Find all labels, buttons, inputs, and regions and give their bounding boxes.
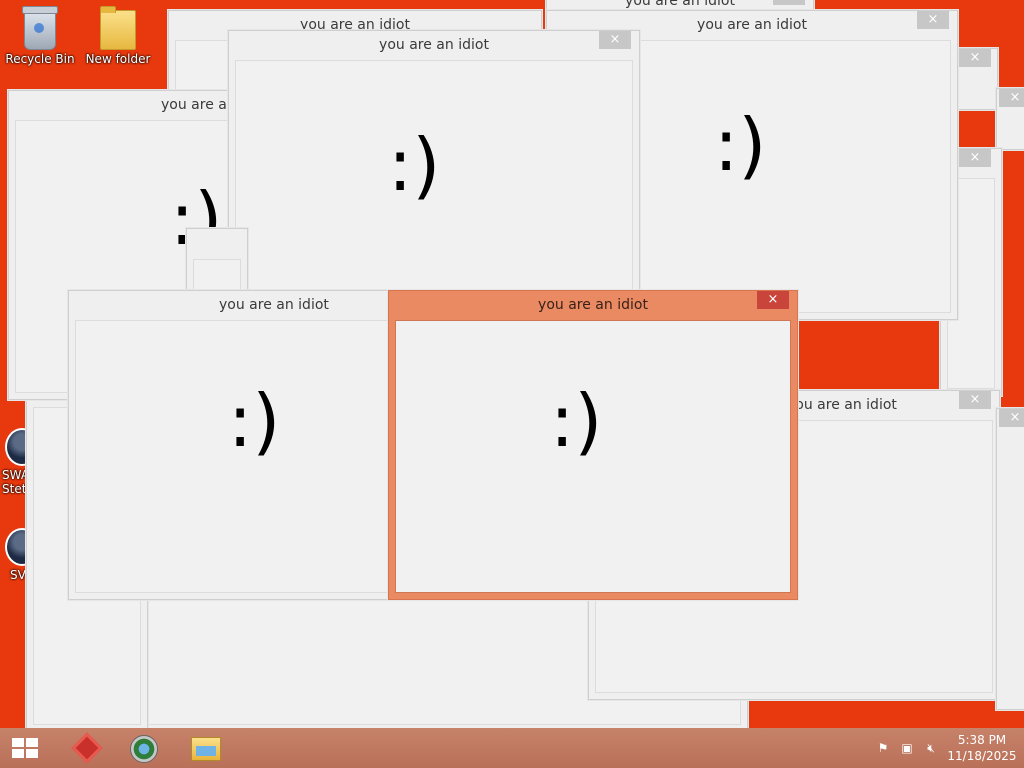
close-button[interactable]: × xyxy=(599,31,631,49)
file-explorer-icon xyxy=(191,737,221,761)
popup-window-back[interactable]: × xyxy=(996,88,1024,150)
taskbar: ⚑ ▣ 🔇︎ 5:38 PM 11/18/2025 xyxy=(0,728,1024,768)
start-button[interactable] xyxy=(0,728,56,768)
window-client: :) xyxy=(395,320,791,593)
close-button[interactable]: × xyxy=(773,0,805,5)
window-title: you are an idiot xyxy=(229,31,639,60)
close-button[interactable]: × xyxy=(917,11,949,29)
browser-globe-icon xyxy=(130,735,158,763)
close-button[interactable]: × xyxy=(959,49,991,67)
volume-muted-icon[interactable]: 🔇︎ xyxy=(924,741,938,755)
windows-start-icon xyxy=(12,738,38,758)
clock[interactable]: 5:38 PM 11/18/2025 xyxy=(944,732,1020,764)
taskbar-app-1[interactable] xyxy=(56,728,112,768)
close-button[interactable]: × xyxy=(959,149,991,167)
smiley-text: :) xyxy=(228,379,281,463)
popup-window-back[interactable]: × xyxy=(996,408,1024,710)
app-red-icon xyxy=(71,732,103,764)
popup-window-active[interactable]: you are an idiot × :) xyxy=(388,290,798,600)
clock-time: 5:38 PM xyxy=(957,733,1007,747)
window-client xyxy=(193,259,241,293)
folder-icon xyxy=(100,6,136,50)
action-center-flag-icon[interactable]: ⚑ xyxy=(876,741,890,755)
smiley-text: :) xyxy=(550,379,603,463)
smiley-text: :) xyxy=(714,103,767,187)
close-button[interactable]: × xyxy=(999,409,1024,427)
close-button[interactable]: × xyxy=(757,291,789,309)
close-button[interactable]: × xyxy=(999,89,1024,107)
taskbar-app-browser[interactable] xyxy=(114,728,170,768)
window-title: you are an idiot xyxy=(389,291,797,320)
clock-date: 11/18/2025 xyxy=(947,749,1017,763)
recycle-bin-icon xyxy=(22,6,58,50)
desktop-icon-label: Recycle Bin xyxy=(5,52,75,66)
popup-window-back[interactable]: × xyxy=(956,48,998,110)
desktop-icon-label: New folder xyxy=(85,52,151,66)
desktop-icon-recycle-bin[interactable]: Recycle Bin xyxy=(0,6,80,66)
taskbar-app-explorer[interactable] xyxy=(176,728,232,768)
network-icon[interactable]: ▣ xyxy=(900,741,914,755)
close-button[interactable]: × xyxy=(959,391,991,409)
smiley-text: :) xyxy=(388,123,441,207)
desktop-icon-new-folder[interactable]: New folder xyxy=(78,6,158,66)
desktop: Recycle Bin New folder SWA Steto SV you … xyxy=(0,0,1024,768)
